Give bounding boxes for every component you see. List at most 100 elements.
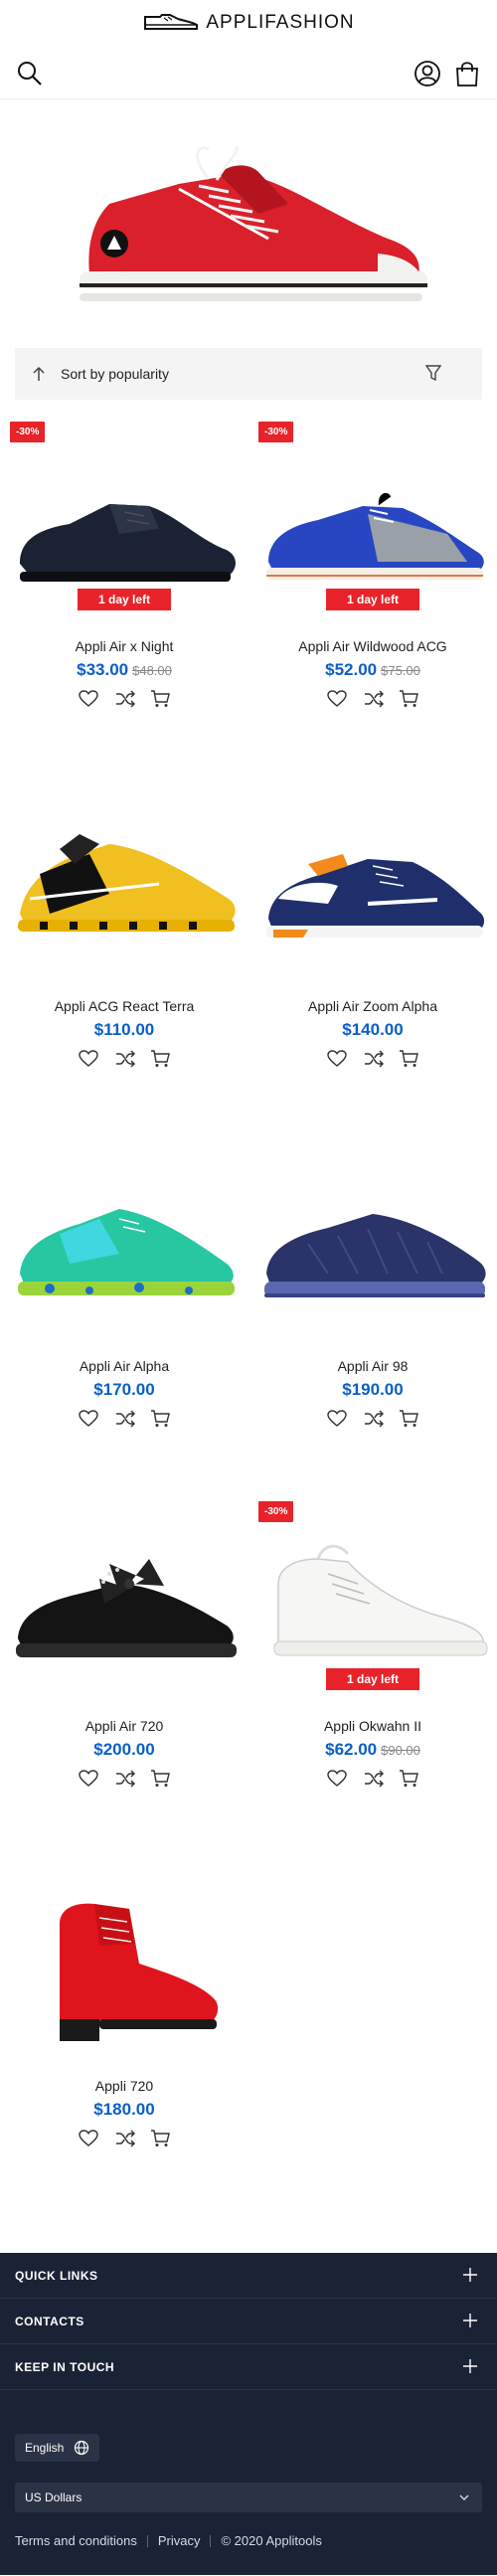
footer-links: Terms and conditions Privacy © 2020 Appl… [15, 2533, 482, 2548]
sort-bar[interactable]: Sort by popularity [15, 348, 482, 400]
compare-button[interactable] [363, 1408, 385, 1430]
product-name[interactable]: Appli Air Wildwood ACG [248, 638, 497, 654]
footer-quick-links[interactable]: QUICK LINKS [0, 2253, 497, 2299]
add-to-cart-button[interactable] [149, 1408, 171, 1430]
black-leather-shoe-image [20, 504, 236, 582]
user-icon [414, 61, 440, 86]
add-to-cart-button[interactable] [149, 688, 171, 710]
wishlist-button[interactable] [326, 688, 348, 710]
product-card[interactable]: Appli Air 98 $190.00 [248, 1119, 497, 1479]
wishlist-button[interactable] [78, 2128, 99, 2149]
add-to-cart-button[interactable] [149, 2128, 171, 2149]
terms-link[interactable]: Terms and conditions [15, 2533, 137, 2548]
product-prices: $33.00 $48.00 [0, 660, 248, 680]
sort-arrow-icon [33, 366, 45, 381]
red-sneaker-image [80, 145, 427, 301]
product-actions [78, 1768, 177, 1792]
compare-button[interactable] [114, 2128, 136, 2149]
compare-icon [365, 1770, 384, 1788]
currency-label: US Dollars [25, 2490, 83, 2504]
product-old-price: $75.00 [381, 663, 420, 678]
day-left-badge: 1 day left [78, 589, 171, 610]
product-name[interactable]: Appli ACG React Terra [0, 998, 248, 1014]
globe-icon [75, 2440, 89, 2456]
footer-section-title: QUICK LINKS [15, 2268, 98, 2283]
compare-button[interactable] [114, 1048, 136, 1070]
product-card[interactable]: Appli 720 $180.00 [0, 1839, 248, 2199]
product-image[interactable] [0, 1479, 248, 1708]
wishlist-button[interactable] [326, 1408, 348, 1430]
add-to-cart-button[interactable] [149, 1048, 171, 1070]
compare-icon [365, 690, 384, 708]
search-icon [18, 62, 42, 86]
cart-icon [151, 1770, 170, 1787]
product-card[interactable]: -30% 1 day left Appli Okwahn II $62.00 $90.0… [248, 1479, 497, 1839]
red-ankle-boot-image [60, 1903, 219, 2041]
product-name[interactable]: Appli Air 98 [248, 1358, 497, 1374]
day-left-badge: 1 day left [326, 1668, 419, 1690]
product-image[interactable] [0, 1119, 248, 1348]
product-name[interactable]: Appli Air 720 [0, 1718, 248, 1734]
product-name[interactable]: Appli Air Alpha [0, 1358, 248, 1374]
compare-button[interactable] [114, 1408, 136, 1430]
add-to-cart-button[interactable] [398, 688, 419, 710]
wishlist-button[interactable] [326, 1768, 348, 1790]
add-to-cart-button[interactable] [398, 1768, 419, 1790]
product-price: $110.00 [93, 1020, 155, 1039]
footer-section-title: CONTACTS [15, 2314, 84, 2328]
search-button[interactable] [14, 58, 46, 89]
hero-banner[interactable] [0, 99, 497, 348]
wishlist-button[interactable] [78, 688, 99, 710]
copyright-text: © 2020 Applitools [221, 2533, 322, 2548]
filter-button[interactable] [424, 364, 442, 387]
language-selector[interactable]: English [15, 2434, 100, 2462]
product-card[interactable]: -30% 1 day left Appli Air Wildwood ACG $52.… [248, 400, 497, 760]
compare-button[interactable] [363, 688, 385, 710]
heart-icon [327, 1410, 347, 1427]
product-name[interactable]: Appli Air x Night [0, 638, 248, 654]
wishlist-button[interactable] [78, 1768, 99, 1790]
product-card[interactable]: Appli Air Alpha $170.00 [0, 1119, 248, 1479]
site-logo[interactable]: APPLIFASHION [0, 12, 497, 34]
product-card[interactable]: Appli Air 720 $200.00 [0, 1479, 248, 1839]
product-name[interactable]: Appli Okwahn II [248, 1718, 497, 1734]
product-image[interactable] [0, 1839, 248, 2068]
compare-button[interactable] [114, 688, 136, 710]
language-label: English [25, 2441, 65, 2455]
divider [146, 2534, 148, 2547]
compare-icon [116, 1050, 135, 1068]
compare-icon [116, 1770, 135, 1788]
compare-button[interactable] [363, 1768, 385, 1790]
discount-badge: -30% [258, 422, 294, 442]
site-footer: QUICK LINKS CONTACTS KEEP IN TOUCH Engli… [0, 2253, 497, 2575]
footer-keep-in-touch[interactable]: KEEP IN TOUCH [0, 2344, 497, 2390]
product-name[interactable]: Appli 720 [0, 2078, 248, 2094]
bag-button[interactable] [451, 58, 483, 89]
add-to-cart-button[interactable] [398, 1408, 419, 1430]
compare-button[interactable] [363, 1048, 385, 1070]
product-image[interactable] [248, 760, 497, 988]
product-image[interactable] [0, 760, 248, 988]
product-card[interactable]: Appli Air Zoom Alpha $140.00 [248, 760, 497, 1119]
privacy-link[interactable]: Privacy [158, 2533, 201, 2548]
product-price: $140.00 [342, 1020, 404, 1039]
product-card[interactable]: Appli ACG React Terra $110.00 [0, 760, 248, 1119]
product-price: $190.00 [342, 1380, 404, 1399]
wishlist-button[interactable] [326, 1048, 348, 1070]
plus-icon [463, 2268, 477, 2282]
wishlist-button[interactable] [78, 1048, 99, 1070]
product-name[interactable]: Appli Air Zoom Alpha [248, 998, 497, 1014]
currency-selector[interactable]: US Dollars [15, 2483, 482, 2512]
account-button[interactable] [412, 58, 443, 89]
product-card[interactable]: -30% 1 day left Appli Air x Night $33.00 $48… [0, 400, 248, 760]
product-image[interactable] [248, 1119, 497, 1348]
compare-button[interactable] [114, 1768, 136, 1790]
footer-contacts[interactable]: CONTACTS [0, 2299, 497, 2344]
product-old-price: $48.00 [132, 663, 172, 678]
compare-icon [116, 2130, 135, 2147]
add-to-cart-button[interactable] [149, 1768, 171, 1790]
product-price: $33.00 [77, 660, 129, 679]
product-prices: $190.00 [248, 1380, 497, 1400]
add-to-cart-button[interactable] [398, 1048, 419, 1070]
wishlist-button[interactable] [78, 1408, 99, 1430]
